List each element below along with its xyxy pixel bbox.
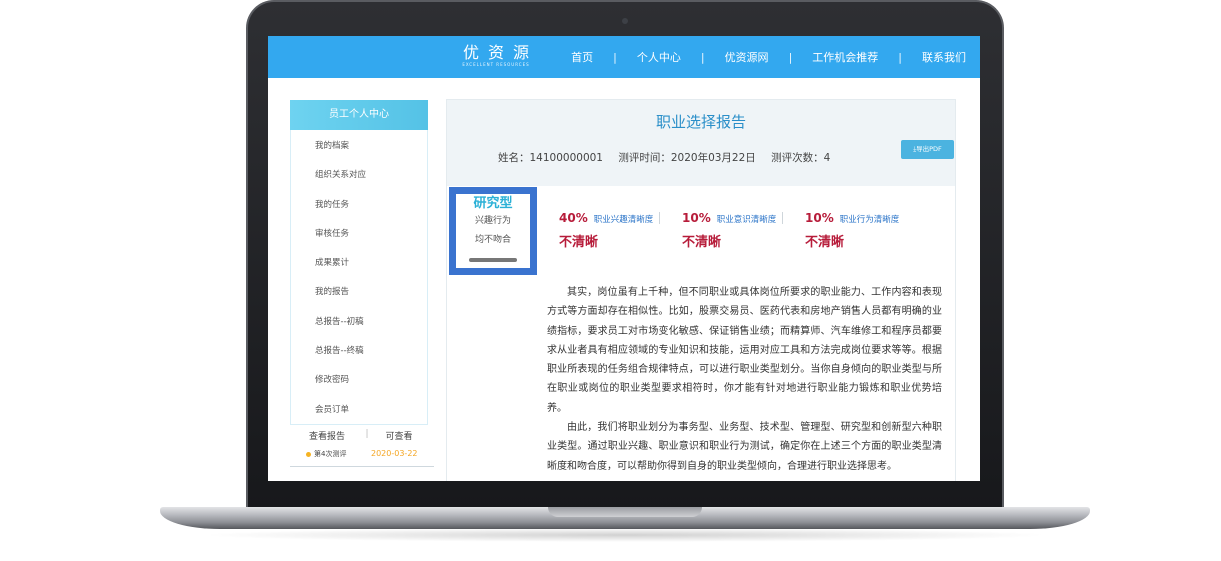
sidebar-item-review-tasks[interactable]: 审核任务: [291, 220, 427, 249]
nav-contact-us[interactable]: 联系我们: [922, 49, 966, 65]
report-availability: 可查看: [385, 432, 413, 442]
count-field: 测评次数：4: [771, 152, 830, 164]
metric-status: 不清晰: [805, 235, 845, 250]
career-type-name: 研究型: [473, 196, 513, 211]
report-panel: 职业选择报告 姓名：14100000001 测评时间：2020年03月22日 测…: [446, 99, 956, 481]
metric-behavior-clarity: 10% 职业行为清晰度 不清晰: [805, 211, 899, 250]
brand-logo[interactable]: 优资源 EXCELLENT RESOURCES: [446, 44, 546, 68]
sidebar: 员工个人中心 我的档案 组织关系对应 我的任务 审核任务 成果累计 我的报告 总…: [290, 100, 434, 467]
name-field: 姓名：14100000001: [498, 152, 603, 164]
metric-percent: 10%: [805, 211, 834, 225]
metric-interest-clarity: 40% 职业兴趣清晰度 不清晰: [559, 211, 653, 250]
report-header: 职业选择报告 姓名：14100000001 测评时间：2020年03月22日 测…: [447, 100, 955, 186]
sidebar-item-member-orders[interactable]: 会员订单: [291, 396, 427, 425]
metric-name: 职业兴趣清晰度: [593, 215, 654, 225]
laptop-notch: [548, 507, 702, 517]
name-label: 姓名：: [498, 152, 530, 164]
metric-percent: 10%: [682, 211, 711, 225]
report-paragraph: 由此，我们将职业划分为事务型、业务型、技术型、管理型、研究型和创新型六种职业类型…: [547, 422, 942, 472]
metric-awareness-clarity: 10% 职业意识清晰度 不清晰: [682, 211, 776, 250]
camera-dot: [622, 18, 628, 24]
metric-percent: 40%: [559, 211, 588, 225]
report-status-row: 查看报告 | 可查看: [290, 429, 428, 442]
nav-youziyuan-site[interactable]: 优资源网: [725, 49, 769, 65]
export-pdf-button[interactable]: ⤓导出PDF: [901, 140, 954, 159]
sidebar-item-organization[interactable]: 组织关系对应: [291, 161, 427, 190]
metric-status: 不清晰: [682, 235, 722, 250]
attempt-entry[interactable]: 第4次测评 2020-03-22: [290, 448, 430, 464]
report-body: 其实，岗位虽有上千种，但不同职业或具体岗位所要求的职业能力、工作内容和表现方式等…: [547, 283, 942, 476]
count-value: 4: [823, 152, 831, 164]
screen: 优资源 EXCELLENT RESOURCES 首页 | 个人中心 | 优资源网…: [268, 36, 980, 481]
nav-separator: |: [898, 50, 902, 64]
time-field: 测评时间：2020年03月22日: [618, 152, 755, 164]
sidebar-item-achievements[interactable]: 成果累计: [291, 249, 427, 278]
name-value: 14100000001: [529, 152, 604, 164]
nav-separator: |: [788, 50, 793, 64]
brand-name: 优资源: [462, 43, 538, 62]
career-type-card-inner: 研究型 兴趣行为 均不吻合: [456, 194, 530, 268]
sidebar-item-my-reports[interactable]: 我的报告: [291, 278, 427, 307]
nav-job-recommendations[interactable]: 工作机会推荐: [812, 49, 878, 65]
view-report-link[interactable]: 查看报告: [290, 429, 364, 442]
metric-name: 职业行为清晰度: [839, 215, 900, 225]
brand-tagline: EXCELLENT RESOURCES: [462, 62, 530, 67]
sidebar-item-report-final[interactable]: 总报告--终稿: [291, 337, 427, 366]
nav-home[interactable]: 首页: [571, 49, 593, 65]
nav-personal-center[interactable]: 个人中心: [637, 49, 681, 65]
report-paragraph: 其实，岗位虽有上千种，但不同职业或具体岗位所要求的职业能力、工作内容和表现方式等…: [547, 287, 942, 414]
career-type-desc-2: 均不吻合: [474, 235, 511, 245]
career-type-bar: [469, 258, 517, 262]
career-type-card: 研究型 兴趣行为 均不吻合: [449, 187, 537, 275]
divider: [290, 466, 434, 467]
count-label: 测评次数：: [771, 152, 824, 164]
metric-name: 职业意识清晰度: [716, 215, 777, 225]
sidebar-title: 员工个人中心: [290, 100, 428, 130]
laptop-shadow: [200, 528, 1050, 542]
sidebar-item-report-draft[interactable]: 总报告--初稿: [291, 308, 427, 337]
attempt-date: 2020-03-22: [371, 449, 418, 458]
attempt-label: 第4次测评: [314, 450, 347, 458]
sidebar-item-my-profile[interactable]: 我的档案: [291, 132, 427, 161]
sidebar-item-change-password[interactable]: 修改密码: [291, 366, 427, 395]
report-meta: 姓名：14100000001 测评时间：2020年03月22日 测评次数：4: [498, 150, 842, 165]
time-value: 2020年03月22日: [670, 152, 756, 164]
top-navigation-bar: 优资源 EXCELLENT RESOURCES 首页 | 个人中心 | 优资源网…: [268, 36, 980, 78]
status-dot-icon: [306, 452, 311, 457]
career-type-desc-1: 兴趣行为: [474, 216, 511, 226]
metric-status: 不清晰: [559, 235, 599, 250]
metric-divider: [782, 212, 783, 224]
sidebar-item-my-tasks[interactable]: 我的任务: [291, 191, 427, 220]
nav-separator: |: [700, 50, 705, 64]
main-nav: 首页 | 个人中心 | 优资源网 | 工作机会推荐 | 联系我们: [571, 36, 966, 78]
nav-separator: |: [613, 50, 617, 64]
sidebar-menu: 我的档案 组织关系对应 我的任务 审核任务 成果累计 我的报告 总报告--初稿 …: [290, 130, 428, 425]
export-pdf-label: 导出PDF: [916, 145, 942, 153]
report-title: 职业选择报告: [655, 113, 746, 131]
metric-divider: [659, 212, 660, 224]
time-label: 测评时间：: [618, 152, 671, 164]
